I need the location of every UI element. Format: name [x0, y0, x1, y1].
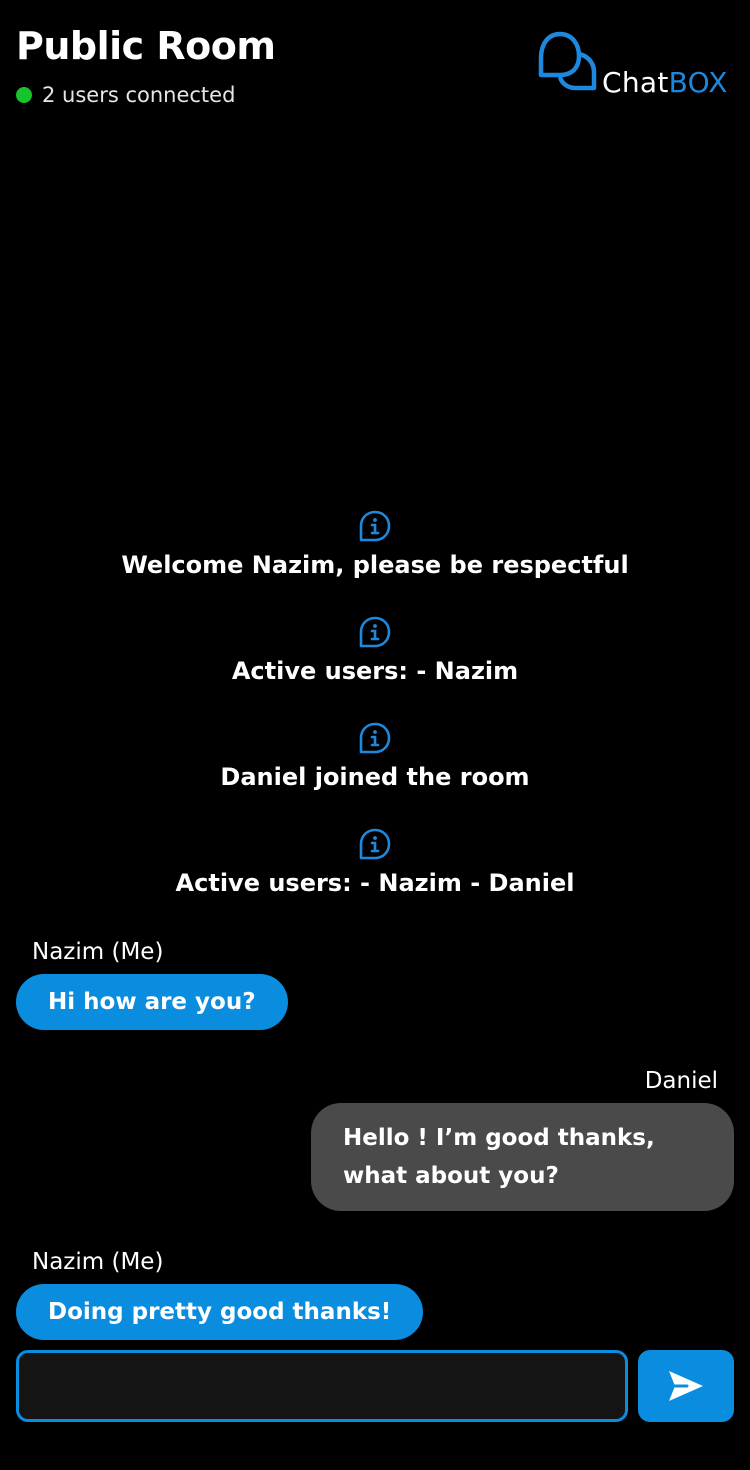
- system-notice: Daniel joined the room: [0, 721, 750, 791]
- notice-text: Daniel joined the room: [220, 763, 530, 791]
- info-icon: [359, 616, 391, 648]
- message-sender: Nazim (Me): [32, 1249, 164, 1275]
- info-icon: [359, 510, 391, 542]
- my-message-bubble: Hi how are you?: [16, 974, 288, 1030]
- info-icon: [359, 828, 391, 860]
- online-indicator-dot: [16, 87, 32, 103]
- system-notice: Welcome Nazim, please be respectful: [0, 509, 750, 579]
- my-message-bubble: Doing pretty good thanks!: [16, 1284, 424, 1340]
- notice-text: Welcome Nazim, please be respectful: [121, 551, 629, 579]
- message-sender: Daniel: [644, 1068, 718, 1094]
- logo-wordmark: ChatBOX: [602, 66, 728, 99]
- system-notice: Active users: - Nazim: [0, 615, 750, 685]
- logo-text-chat: Chat: [602, 66, 669, 99]
- send-button[interactable]: [638, 1350, 734, 1422]
- logo-text-box: BOX: [668, 66, 728, 99]
- room-title: Public Room: [16, 24, 276, 68]
- notice-text: Active users: - Nazim: [231, 657, 519, 685]
- message-sender: Nazim (Me): [32, 939, 164, 965]
- info-icon: [359, 722, 391, 754]
- chatbox-logo: ChatBOX: [536, 30, 732, 102]
- connection-status: 2 users connected: [16, 83, 235, 107]
- notice-text: Active users: - Nazim - Daniel: [175, 869, 575, 897]
- other-message-bubble: Hello ! I’m good thanks, what about you?: [311, 1103, 734, 1211]
- chat-app: Public Room 2 users connected ChatBOX We…: [0, 0, 750, 1470]
- send-icon: [669, 1371, 703, 1401]
- message-input[interactable]: [16, 1350, 628, 1422]
- connected-users-count: 2 users connected: [42, 83, 236, 107]
- chat-bubbles-icon: [538, 31, 597, 91]
- system-notice: Active users: - Nazim - Daniel: [0, 827, 750, 897]
